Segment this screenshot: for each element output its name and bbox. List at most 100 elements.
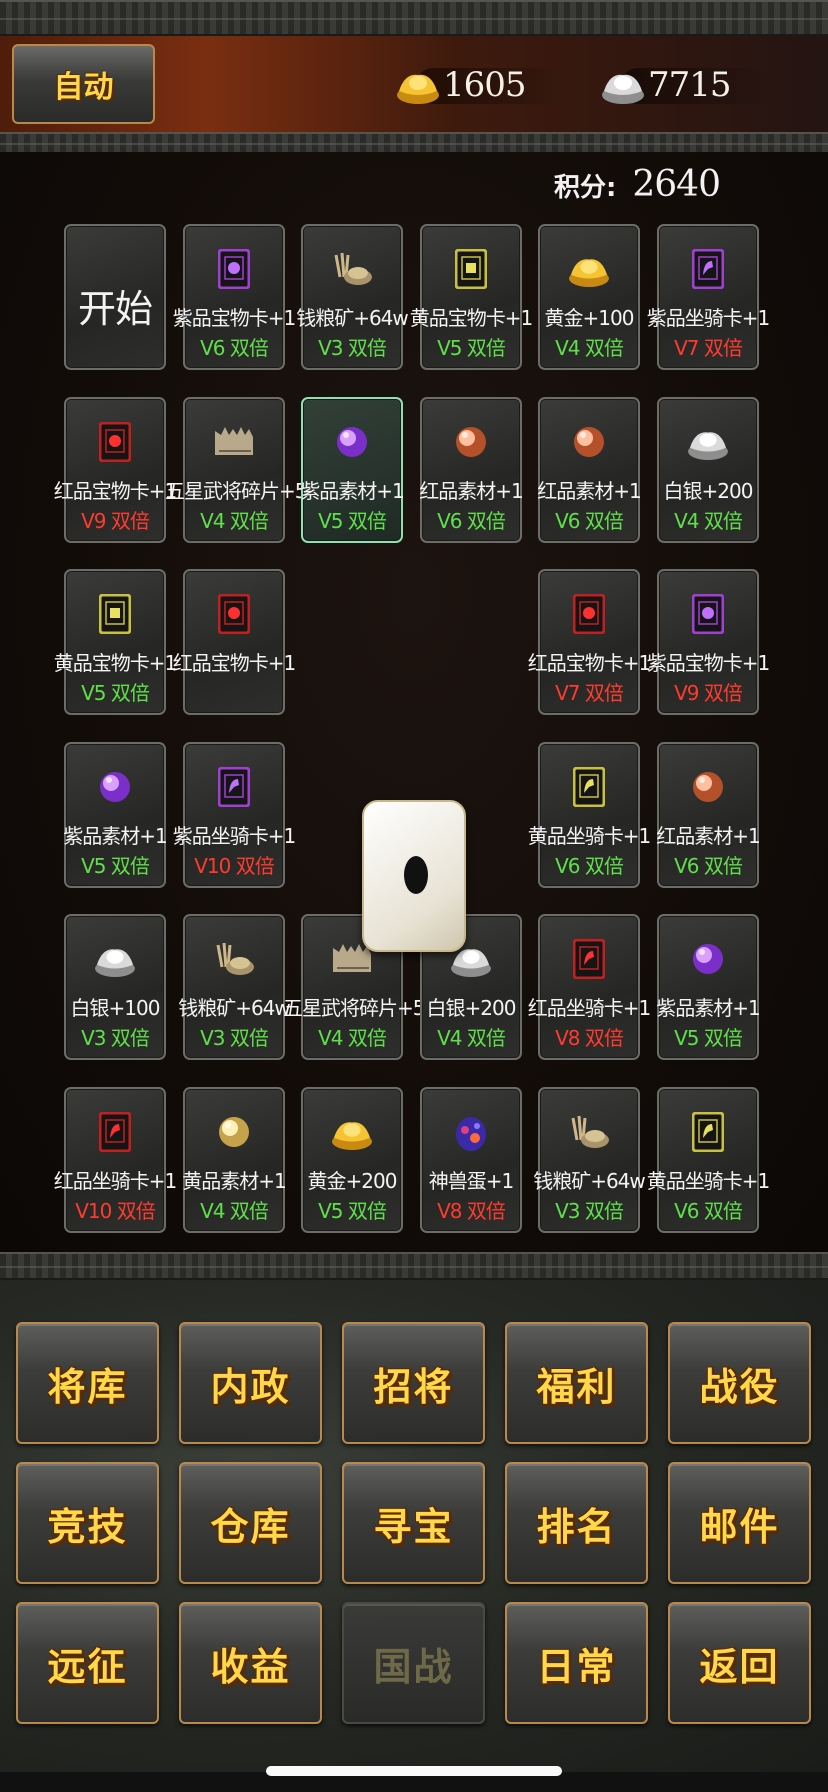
warehouse-button[interactable]: 仓库 xyxy=(179,1462,322,1584)
cell-reward-label: 黄品坐骑卡+1 xyxy=(527,824,651,848)
arena-button[interactable]: 竞技 xyxy=(16,1462,159,1584)
board-cell: 白银+200 V4 双倍 xyxy=(657,397,759,543)
dice-button[interactable] xyxy=(362,800,466,952)
expedition-button[interactable]: 远征 xyxy=(16,1602,159,1724)
board-cell: 黄品坐骑卡+1 V6 双倍 xyxy=(528,742,651,888)
cell-bonus-label: V3 双倍 xyxy=(200,1026,269,1050)
board-cell: 红品坐骑卡+1 V10 双倍 xyxy=(54,1087,177,1233)
board-cell: 黄金+200 V5 双倍 xyxy=(301,1087,403,1233)
campaign-button[interactable]: 战役 xyxy=(668,1322,811,1444)
red-material-icon xyxy=(685,764,731,810)
cell-bonus-label: V9 双倍 xyxy=(81,509,150,533)
board-cell: 紫品素材+1 V5 双倍 xyxy=(300,397,405,543)
gold-ingot-icon xyxy=(397,74,439,104)
red-mount-card-icon xyxy=(92,1109,138,1155)
treasure-hunt-button[interactable]: 寻宝 xyxy=(342,1462,485,1584)
board-cell: 黄品坐骑卡+1 V6 双倍 xyxy=(647,1087,770,1233)
cell-reward-label: 紫品坐骑卡+1 xyxy=(172,824,296,848)
silver-counter: 7715 xyxy=(600,62,770,108)
ranking-button[interactable]: 排名 xyxy=(505,1462,648,1584)
yellow-mount-card-icon xyxy=(685,1109,731,1155)
top-border xyxy=(0,0,828,36)
gold-amount: 1605 xyxy=(443,65,527,105)
board-cell: 紫品宝物卡+1 V9 双倍 xyxy=(647,569,770,715)
silver-ingot-icon xyxy=(602,74,644,104)
cell-reward-label: 黄品坐骑卡+1 xyxy=(646,1169,770,1193)
cell-bonus-label: V4 双倍 xyxy=(555,336,624,360)
income-button[interactable]: 收益 xyxy=(179,1602,322,1724)
cell-bonus-label: V4 双倍 xyxy=(674,509,743,533)
cell-reward-label: 紫品素材+1 xyxy=(300,479,404,503)
cell-reward-label: 红品坐骑卡+1 xyxy=(53,1169,177,1193)
board-cell: 红品宝物卡+1 xyxy=(173,569,296,715)
purple-treasure-card-icon xyxy=(685,591,731,637)
board-cell: 黄品素材+1 V4 双倍 xyxy=(182,1087,287,1233)
recruit-button[interactable]: 招将 xyxy=(342,1322,485,1444)
silver-ingot-icon xyxy=(685,419,731,465)
gold-ingot-icon xyxy=(329,1109,375,1155)
home-indicator[interactable] xyxy=(266,1766,562,1776)
yellow-treasure-card-icon xyxy=(92,591,138,637)
cell-reward-label: 紫品宝物卡+1 xyxy=(646,651,770,675)
purple-treasure-card-icon xyxy=(211,246,257,292)
board-cell: 紫品宝物卡+1 V6 双倍 xyxy=(173,224,296,370)
back-button[interactable]: 返回 xyxy=(668,1602,811,1724)
mail-button[interactable]: 邮件 xyxy=(668,1462,811,1584)
cell-bonus-label: V5 双倍 xyxy=(81,854,150,878)
cell-bonus-label: V5 双倍 xyxy=(674,1026,743,1050)
score-display: 积分: 2640 xyxy=(553,164,721,205)
gold-counter: 1605 xyxy=(395,62,565,108)
score-label: 积分: xyxy=(553,173,617,203)
cell-bonus-label: V6 双倍 xyxy=(674,854,743,878)
red-treasure-card-icon xyxy=(92,419,138,465)
cell-reward-label: 红品宝物卡+1 xyxy=(172,651,296,675)
board-cell: 黄品宝物卡+1 V5 双倍 xyxy=(54,569,177,715)
cell-bonus-label: V5 双倍 xyxy=(318,1199,387,1223)
board-cell: 红品素材+1 V6 双倍 xyxy=(419,397,524,543)
cell-reward-label: 紫品素材+1 xyxy=(656,996,760,1020)
cell-reward-label: 黄品宝物卡+1 xyxy=(53,651,177,675)
game-board: 积分: 2640 开始 紫品宝物卡+1 V6 双倍 钱粮矿+64w V3 双倍 黄品… xyxy=(0,152,828,1252)
daily-button[interactable]: 日常 xyxy=(505,1602,648,1724)
board-cell: 钱粮矿+64w V3 双倍 xyxy=(178,914,291,1060)
board-cell: 神兽蛋+1 V8 双倍 xyxy=(420,1087,522,1233)
cell-bonus-label: V3 双倍 xyxy=(555,1199,624,1223)
cell-bonus-label: V6 双倍 xyxy=(555,509,624,533)
cell-bonus-label: V7 双倍 xyxy=(555,681,624,705)
cell-reward-label: 红品坐骑卡+1 xyxy=(527,996,651,1020)
yellow-treasure-card-icon xyxy=(448,246,494,292)
cell-bonus-label: V6 双倍 xyxy=(437,509,506,533)
cell-bonus-label: V10 双倍 xyxy=(194,854,275,878)
general-library-button[interactable]: 将库 xyxy=(16,1322,159,1444)
purple-material-icon xyxy=(329,419,375,465)
cell-reward-label: 红品宝物卡+1 xyxy=(53,479,177,503)
board-cell: 红品素材+1 V6 双倍 xyxy=(656,742,761,888)
internal-affairs-button[interactable]: 内政 xyxy=(179,1322,322,1444)
start-cell: 开始 xyxy=(64,224,166,370)
beast-egg-icon xyxy=(448,1109,494,1155)
yellow-mount-card-icon xyxy=(566,764,612,810)
cell-bonus-label: V3 双倍 xyxy=(81,1026,150,1050)
auto-button[interactable]: 自动 xyxy=(12,44,155,124)
cell-bonus-label: V6 双倍 xyxy=(674,1199,743,1223)
cell-bonus-label: V4 双倍 xyxy=(437,1026,506,1050)
cell-bonus-label: V5 双倍 xyxy=(318,509,387,533)
cell-bonus-label: V6 双倍 xyxy=(555,854,624,878)
yellow-material-icon xyxy=(211,1109,257,1155)
general-fragment-icon xyxy=(211,419,257,465)
purple-material-icon xyxy=(92,764,138,810)
red-material-icon xyxy=(566,419,612,465)
nation-war-button: 国战 xyxy=(342,1602,485,1724)
main-menu: 将库 内政 招将 福利 战役竞技 仓库 寻宝 排名 邮件远征 收益 国战 日常 返回 xyxy=(0,1280,828,1772)
board-cell: 红品素材+1 V6 双倍 xyxy=(537,397,642,543)
purple-material-icon xyxy=(685,936,731,982)
grain-ore-icon xyxy=(211,936,257,982)
cell-bonus-label: V9 双倍 xyxy=(674,681,743,705)
cell-reward-label: 红品宝物卡+1 xyxy=(527,651,651,675)
cell-bonus-label: V10 双倍 xyxy=(75,1199,156,1223)
cell-bonus-label: V4 双倍 xyxy=(200,509,269,533)
cell-bonus-label: V8 双倍 xyxy=(437,1199,506,1223)
board-cell: 紫品素材+1 V5 双倍 xyxy=(63,742,168,888)
cell-reward-label: 钱粮矿+64w xyxy=(533,1169,646,1193)
welfare-button[interactable]: 福利 xyxy=(505,1322,648,1444)
